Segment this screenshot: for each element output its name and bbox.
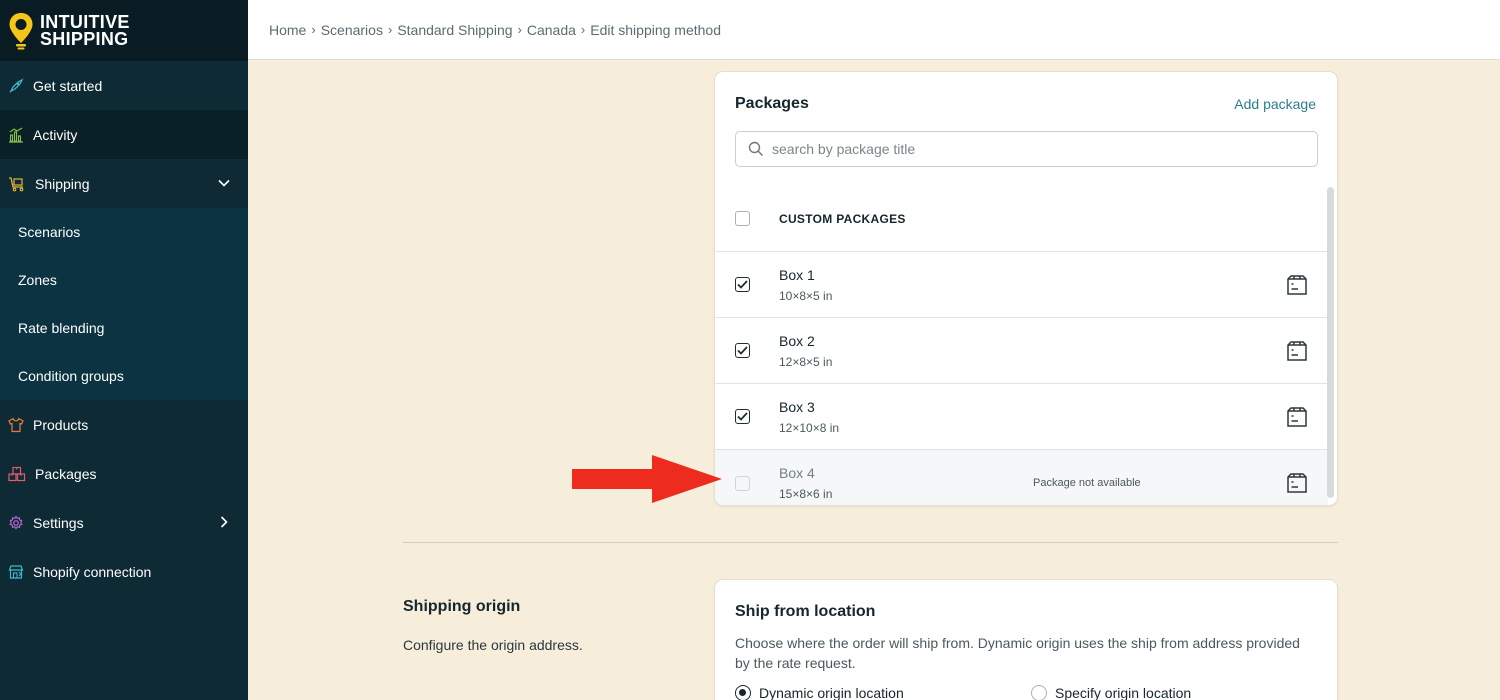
package-row-box-1[interactable]: Box 1 10×8×5 in xyxy=(715,252,1328,318)
select-all-checkbox[interactable] xyxy=(735,211,750,226)
sidebar-item-products[interactable]: Products xyxy=(0,400,248,449)
sidebar-item-label: Activity xyxy=(33,126,78,143)
custom-packages-header: CUSTOM PACKAGES xyxy=(779,211,906,226)
packages-title: Packages xyxy=(735,95,809,112)
sidebar-item-label: Condition groups xyxy=(18,368,124,384)
radio-button[interactable] xyxy=(735,685,751,700)
package-name: Box 1 xyxy=(779,266,815,283)
section-divider xyxy=(403,542,1338,543)
chevron-right-icon: › xyxy=(311,22,316,37)
radio-button[interactable] xyxy=(1031,685,1047,700)
package-checkbox-disabled xyxy=(735,475,750,491)
package-dimensions: 10×8×5 in xyxy=(779,288,833,303)
package-checkbox[interactable] xyxy=(735,277,750,292)
ship-from-title: Ship from location xyxy=(735,603,876,620)
breadcrumb-standard-shipping[interactable]: Standard Shipping xyxy=(397,22,512,38)
sidebar-item-scenarios[interactable]: Scenarios xyxy=(0,208,248,256)
sidebar-item-shipping[interactable]: Shipping xyxy=(0,159,248,208)
package-row-box-3[interactable]: Box 3 12×10×8 in xyxy=(715,384,1328,450)
search-input[interactable] xyxy=(772,141,1292,157)
rocket-icon xyxy=(8,78,24,94)
package-search xyxy=(735,131,1318,167)
package-box-icon[interactable] xyxy=(1286,472,1308,494)
package-status: Package not available xyxy=(1033,477,1141,489)
shirt-icon xyxy=(8,417,24,433)
checkmark-icon xyxy=(737,412,748,421)
packages-scrollbar[interactable] xyxy=(1327,187,1334,498)
shipping-origin-title: Shipping origin xyxy=(403,598,521,615)
location-pin-icon xyxy=(9,12,33,49)
sidebar-item-label: Settings xyxy=(33,514,84,531)
app-logo[interactable]: INTUITIVE SHIPPING xyxy=(0,0,248,61)
sidebar-item-label: Shipping xyxy=(35,175,90,192)
sidebar-item-rate-blending[interactable]: Rate blending xyxy=(0,304,248,352)
package-checkbox[interactable] xyxy=(735,343,750,358)
sidebar-item-get-started[interactable]: Get started xyxy=(0,61,248,110)
sidebar-item-zones[interactable]: Zones xyxy=(0,256,248,304)
chevron-right-icon xyxy=(220,516,228,528)
package-checkbox[interactable] xyxy=(735,409,750,424)
packages-card: Packages Add package CUSTOM PACKAGES Box… xyxy=(714,71,1338,506)
chevron-right-icon: › xyxy=(387,22,393,37)
sidebar-item-label: Zones xyxy=(18,272,57,288)
package-name: Box 4 xyxy=(779,465,815,481)
sidebar-item-settings[interactable]: Settings xyxy=(0,498,248,547)
sidebar-item-label: Packages xyxy=(35,465,97,482)
shipping-origin-description: Configure the origin address. xyxy=(403,637,583,653)
search-icon xyxy=(748,141,763,156)
package-name: Box 3 xyxy=(779,398,815,415)
packages-list: CUSTOM PACKAGES Box 1 10×8×5 in Box 2 12… xyxy=(715,186,1328,505)
package-box-icon[interactable] xyxy=(1286,274,1308,296)
breadcrumb: Home › Scenarios › Standard Shipping › C… xyxy=(248,0,1500,60)
package-dimensions: 12×10×8 in xyxy=(779,420,840,435)
ship-from-description: Choose where the order will ship from. D… xyxy=(735,635,1300,671)
sidebar-item-label: Scenarios xyxy=(18,224,81,240)
sidebar-item-label: Rate blending xyxy=(18,320,105,336)
sidebar-item-label: Products xyxy=(33,416,89,433)
package-box-icon[interactable] xyxy=(1286,340,1308,362)
breadcrumb-current: Edit shipping method xyxy=(590,21,722,38)
boxes-icon xyxy=(8,466,26,482)
chevron-right-icon: › xyxy=(517,22,522,37)
radio-label: Specify origin location xyxy=(1055,685,1192,700)
gear-icon xyxy=(8,515,24,531)
shipping-submenu: Scenarios Zones Rate blending Condition … xyxy=(0,208,248,400)
sidebar-item-condition-groups[interactable]: Condition groups xyxy=(0,352,248,400)
sidebar-item-activity[interactable]: Activity xyxy=(0,110,248,159)
package-name: Box 2 xyxy=(779,332,815,349)
radio-dynamic-origin[interactable]: Dynamic origin location xyxy=(735,685,904,700)
breadcrumb-scenarios[interactable]: Scenarios xyxy=(321,22,383,38)
breadcrumb-home[interactable]: Home xyxy=(269,22,306,38)
radio-label: Dynamic origin location xyxy=(759,685,904,700)
sidebar-item-shopify-connection[interactable]: Shopify connection xyxy=(0,547,248,596)
sidebar-item-label: Shopify connection xyxy=(33,563,152,580)
package-dimensions: 15×8×6 in xyxy=(779,487,833,501)
package-box-icon[interactable] xyxy=(1286,406,1308,428)
store-icon xyxy=(8,564,24,580)
sidebar-item-label: Get started xyxy=(33,77,103,94)
logo-line-1: INTUITIVE xyxy=(40,11,130,32)
package-dimensions: 12×8×5 in xyxy=(779,354,833,369)
bar-chart-icon xyxy=(8,127,24,143)
red-arrow-annotation xyxy=(572,455,722,503)
sidebar-item-packages[interactable]: Packages xyxy=(0,449,248,498)
package-row-box-4: Box 4 15×8×6 in Package not available xyxy=(715,450,1328,505)
truck-icon xyxy=(8,176,26,192)
package-row-box-2[interactable]: Box 2 12×8×5 in xyxy=(715,318,1328,384)
checkmark-icon xyxy=(737,280,748,289)
logo-line-2: SHIPPING xyxy=(40,28,129,49)
chevron-right-icon: › xyxy=(580,22,586,37)
checkmark-icon xyxy=(737,346,748,355)
ship-from-location-card: Ship from location Choose where the orde… xyxy=(714,579,1338,700)
packages-list-header: CUSTOM PACKAGES xyxy=(715,186,1328,252)
radio-specify-origin[interactable]: Specify origin location xyxy=(1031,685,1191,700)
add-package-link[interactable]: Add package xyxy=(1234,96,1316,112)
chevron-down-icon xyxy=(218,179,230,187)
breadcrumb-canada[interactable]: Canada xyxy=(527,22,576,38)
sidebar: INTUITIVE SHIPPING Get started Activity … xyxy=(0,0,248,700)
